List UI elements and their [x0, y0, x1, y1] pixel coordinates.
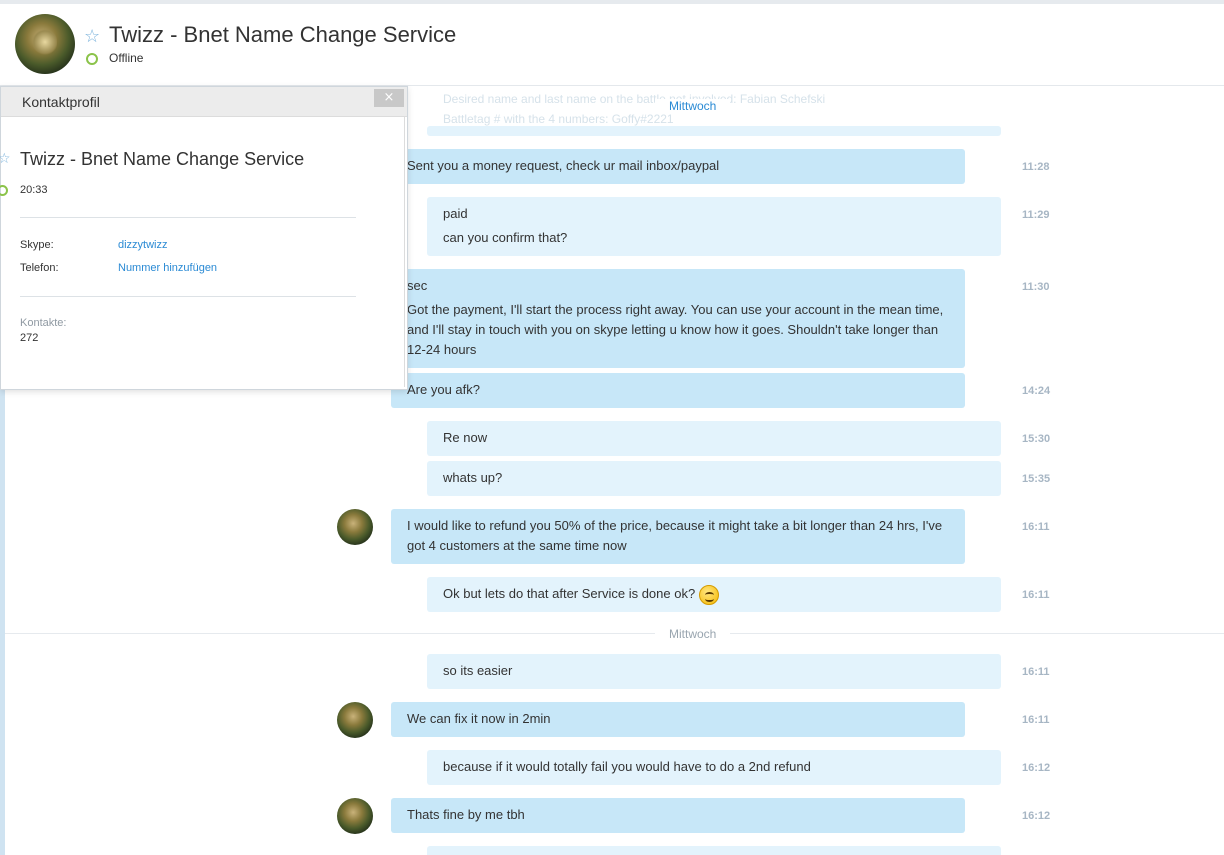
date-separator-line: [5, 633, 1224, 634]
message-time: 16:12: [1022, 810, 1051, 822]
message-time: 14:24: [1022, 385, 1051, 397]
divider: [20, 217, 356, 218]
message-bubble-outgoing[interactable]: paid can you confirm that?: [427, 197, 1001, 256]
message-text: sec: [407, 278, 428, 293]
message-bubble-partial: [427, 846, 1001, 855]
message-time: 16:11: [1022, 666, 1050, 678]
message-text: can you confirm that?: [443, 230, 568, 245]
message-bubble-outgoing[interactable]: whats up?: [427, 461, 1001, 496]
message-bubble-incoming[interactable]: I would like to refund you 50% of the pr…: [391, 509, 965, 564]
favorite-star-icon[interactable]: ☆: [84, 26, 100, 47]
sender-avatar[interactable]: [337, 798, 373, 834]
presence-status-icon: [86, 53, 98, 65]
message-bubble-outgoing[interactable]: because if it would totally fail you wou…: [427, 750, 1001, 785]
message-time: 15:35: [1022, 473, 1051, 485]
message-text: so its easier: [443, 663, 513, 678]
message-bubble-outgoing[interactable]: Ok but lets do that after Service is don…: [427, 577, 1001, 612]
message-bubble-incoming[interactable]: We can fix it now in 2min: [391, 702, 965, 737]
contact-name[interactable]: Twizz - Bnet Name Change Service: [109, 22, 456, 48]
message-text: Sent you a money request, check ur mail …: [407, 158, 720, 173]
message-text: Are you afk?: [407, 382, 480, 397]
faded-message-line: Desired name and last name on the battle…: [443, 92, 826, 106]
sender-avatar[interactable]: [337, 702, 373, 738]
faded-message-line: Battletag # with the 4 numbers: Goffy#22…: [443, 112, 674, 126]
message-text: I would like to refund you 50% of the pr…: [407, 518, 943, 553]
profile-local-time: 20:33: [20, 184, 48, 196]
message-time: 16:11: [1022, 521, 1050, 533]
message-text: Thats fine by me tbh: [407, 807, 525, 822]
divider: [20, 296, 356, 297]
profile-panel-body: ☆ Twizz - Bnet Name Change Service 20:33…: [0, 117, 405, 387]
message-time: 15:30: [1022, 433, 1051, 445]
message-bubble-outgoing[interactable]: Re now: [427, 421, 1001, 456]
message-text-content: Ok but lets do that after Service is don…: [443, 586, 696, 601]
phone-label: Telefon:: [20, 262, 59, 274]
profile-contact-name: Twizz - Bnet Name Change Service: [20, 149, 305, 169]
message-text: We can fix it now in 2min: [407, 711, 551, 726]
skype-name-link[interactable]: dizzytwizz: [118, 239, 168, 251]
add-phone-link[interactable]: Nummer hinzufügen: [118, 262, 217, 274]
conversation-header: ☆ Twizz - Bnet Name Change Service Offli…: [0, 4, 1224, 86]
wink-smiley-icon: [698, 584, 719, 605]
date-separator-label: Mittwoch: [655, 627, 731, 641]
favorite-star-icon[interactable]: ☆: [0, 151, 11, 167]
sender-avatar[interactable]: [337, 509, 373, 545]
contact-avatar[interactable]: [15, 14, 75, 74]
message-bubble-incoming[interactable]: Sent you a money request, check ur mail …: [391, 149, 965, 184]
skype-label: Skype:: [20, 239, 54, 251]
close-button[interactable]: ×: [374, 89, 404, 107]
message-time: 11:29: [1022, 209, 1050, 221]
message-time: 11:30: [1022, 281, 1050, 293]
message-text: paid: [443, 206, 468, 221]
message-text: because if it would totally fail you wou…: [443, 759, 811, 774]
message-time: 16:11: [1022, 714, 1050, 726]
contact-status: Offline: [109, 51, 144, 65]
contact-profile-panel: Kontaktprofil × ☆ Twizz - Bnet Name Chan…: [0, 86, 408, 390]
message-time: 16:11: [1022, 589, 1050, 601]
message-bubble-partial: [427, 126, 1001, 136]
message-text: whats up?: [443, 470, 503, 485]
message-bubble-incoming[interactable]: sec Got the payment, I'll start the proc…: [391, 269, 965, 368]
profile-panel-title: Kontaktprofil: [22, 94, 100, 110]
message-text: Got the payment, I'll start the process …: [407, 302, 944, 357]
contacts-label: Kontakte:: [20, 317, 67, 329]
presence-status-icon: [0, 185, 8, 196]
profile-panel-header: Kontaktprofil ×: [1, 87, 407, 117]
message-text: Ok but lets do that after Service is don…: [443, 584, 985, 605]
message-bubble-incoming[interactable]: Are you afk?: [391, 373, 965, 408]
contacts-count: 272: [20, 332, 39, 344]
date-separator-label[interactable]: Mittwoch: [655, 99, 731, 113]
message-bubble-outgoing[interactable]: so its easier: [427, 654, 1001, 689]
message-text: Re now: [443, 430, 488, 445]
message-time: 16:12: [1022, 762, 1051, 774]
message-bubble-incoming[interactable]: Thats fine by me tbh: [391, 798, 965, 833]
message-time: 11:28: [1022, 161, 1050, 173]
